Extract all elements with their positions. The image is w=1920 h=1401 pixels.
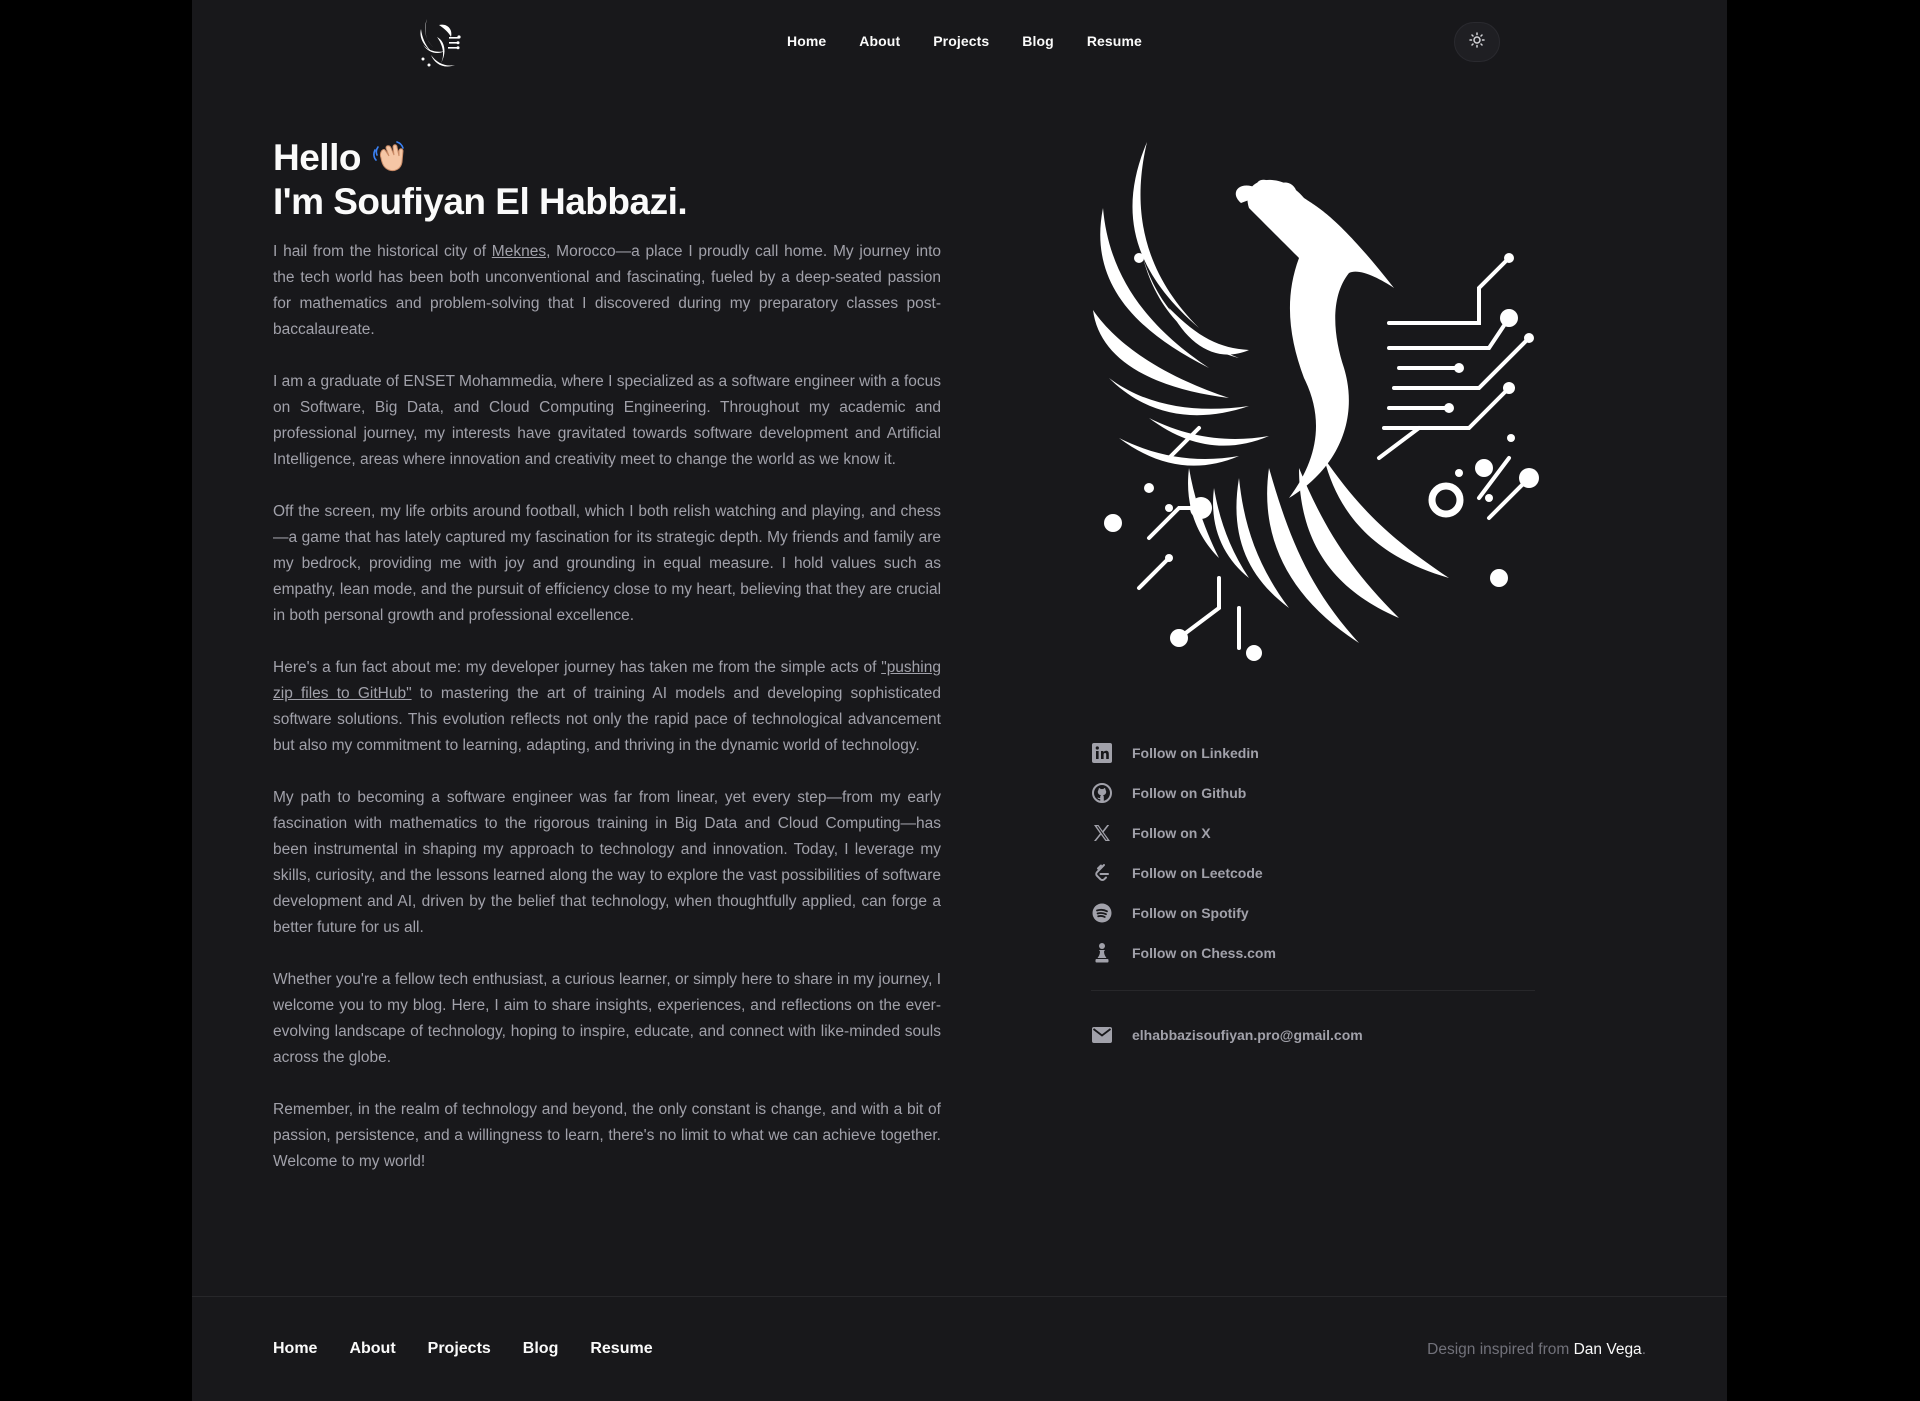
bio-paragraph: My path to becoming a software engineer … <box>273 789 941 936</box>
social-label: Follow on Github <box>1132 785 1247 801</box>
phoenix-logo-icon[interactable] <box>417 15 463 72</box>
nav-projects[interactable]: Projects <box>933 33 989 49</box>
divider <box>1091 990 1535 991</box>
chess-pawn-icon <box>1091 942 1113 964</box>
social-label: Follow on Linkedin <box>1132 745 1259 761</box>
spotify-link[interactable]: Follow on Spotify <box>1091 893 1535 933</box>
bio-paragraph: Here's a fun fact about me: my developer… <box>273 655 941 759</box>
chess-link[interactable]: Follow on Chess.com <box>1091 933 1535 973</box>
x-link[interactable]: Follow on X <box>1091 813 1535 853</box>
greeting-text: Hello <box>273 137 361 178</box>
github-link[interactable]: Follow on Github <box>1091 773 1535 813</box>
social-label: Follow on Spotify <box>1132 905 1249 921</box>
social-label: Follow on Chess.com <box>1132 945 1276 961</box>
linkedin-icon <box>1091 742 1113 764</box>
page-title: Hello I'm Soufiyan El Habbazi. <box>273 138 941 222</box>
x-icon <box>1091 822 1113 844</box>
text-span: I hail from the historical city of <box>273 243 492 260</box>
credit-suffix: . <box>1641 1341 1646 1358</box>
nav-home[interactable]: Home <box>787 33 826 49</box>
footer-nav-projects[interactable]: Projects <box>428 1340 491 1358</box>
bio: I hail from the historical city of Mekne… <box>273 239 941 1175</box>
linkedin-link[interactable]: Follow on Linkedin <box>1091 733 1535 773</box>
design-credit: Design inspired from Dan Vega. <box>1427 1341 1646 1359</box>
mail-icon <box>1091 1024 1113 1046</box>
spotify-icon <box>1091 902 1113 924</box>
social-label: Follow on Leetcode <box>1132 865 1263 881</box>
social-links: Follow on Linkedin Follow on Github Foll… <box>1091 733 1535 973</box>
footer-nav-resume[interactable]: Resume <box>590 1340 652 1358</box>
theme-toggle-button[interactable] <box>1454 22 1500 62</box>
bio-paragraph: Off the screen, my life orbits around fo… <box>273 503 942 624</box>
footer-nav-home[interactable]: Home <box>273 1340 317 1358</box>
sun-icon <box>1469 31 1485 53</box>
bio-paragraph: Remember, in the realm of technology and… <box>273 1101 941 1170</box>
meknes-link[interactable]: Meknes <box>492 243 546 260</box>
text-span: Here's a fun fact about me: my developer… <box>273 659 882 676</box>
leetcode-link[interactable]: Follow on Leetcode <box>1091 853 1535 893</box>
social-label: Follow on X <box>1132 825 1211 841</box>
about-section: Hello I'm Soufiyan El Habbazi. I hail fr… <box>273 138 941 1201</box>
credit-prefix: Design inspired from <box>1427 1341 1574 1358</box>
bio-paragraph: I am a graduate of ENSET Mohammedia, whe… <box>273 373 941 468</box>
bio-paragraph: I hail from the historical city of Mekne… <box>273 239 941 343</box>
footer-nav-blog[interactable]: Blog <box>523 1340 559 1358</box>
nav-resume[interactable]: Resume <box>1087 33 1142 49</box>
waving-hand-icon <box>371 138 407 182</box>
nav-about[interactable]: About <box>859 33 900 49</box>
nav-blog[interactable]: Blog <box>1022 33 1054 49</box>
email-link[interactable]: elhabbazisoufiyan.pro@gmail.com <box>1091 1015 1363 1055</box>
site-footer: Home About Projects Blog Resume Design i… <box>192 1296 1727 1401</box>
bio-paragraph: Whether you're a fellow tech enthusiast,… <box>273 971 941 1066</box>
leetcode-icon <box>1091 862 1113 884</box>
credit-author-link[interactable]: Dan Vega <box>1574 1341 1642 1358</box>
github-icon <box>1091 782 1113 804</box>
page: Home About Projects Blog Resume Hello I'… <box>192 0 1727 1401</box>
email-address: elhabbazisoufiyan.pro@gmail.com <box>1132 1027 1363 1043</box>
name-heading: I'm Soufiyan El Habbazi. <box>273 181 688 222</box>
footer-nav: Home About Projects Blog Resume <box>273 1340 653 1358</box>
footer-nav-about[interactable]: About <box>349 1340 395 1358</box>
site-header: Home About Projects Blog Resume <box>192 0 1727 86</box>
phoenix-illustration <box>1089 138 1539 698</box>
